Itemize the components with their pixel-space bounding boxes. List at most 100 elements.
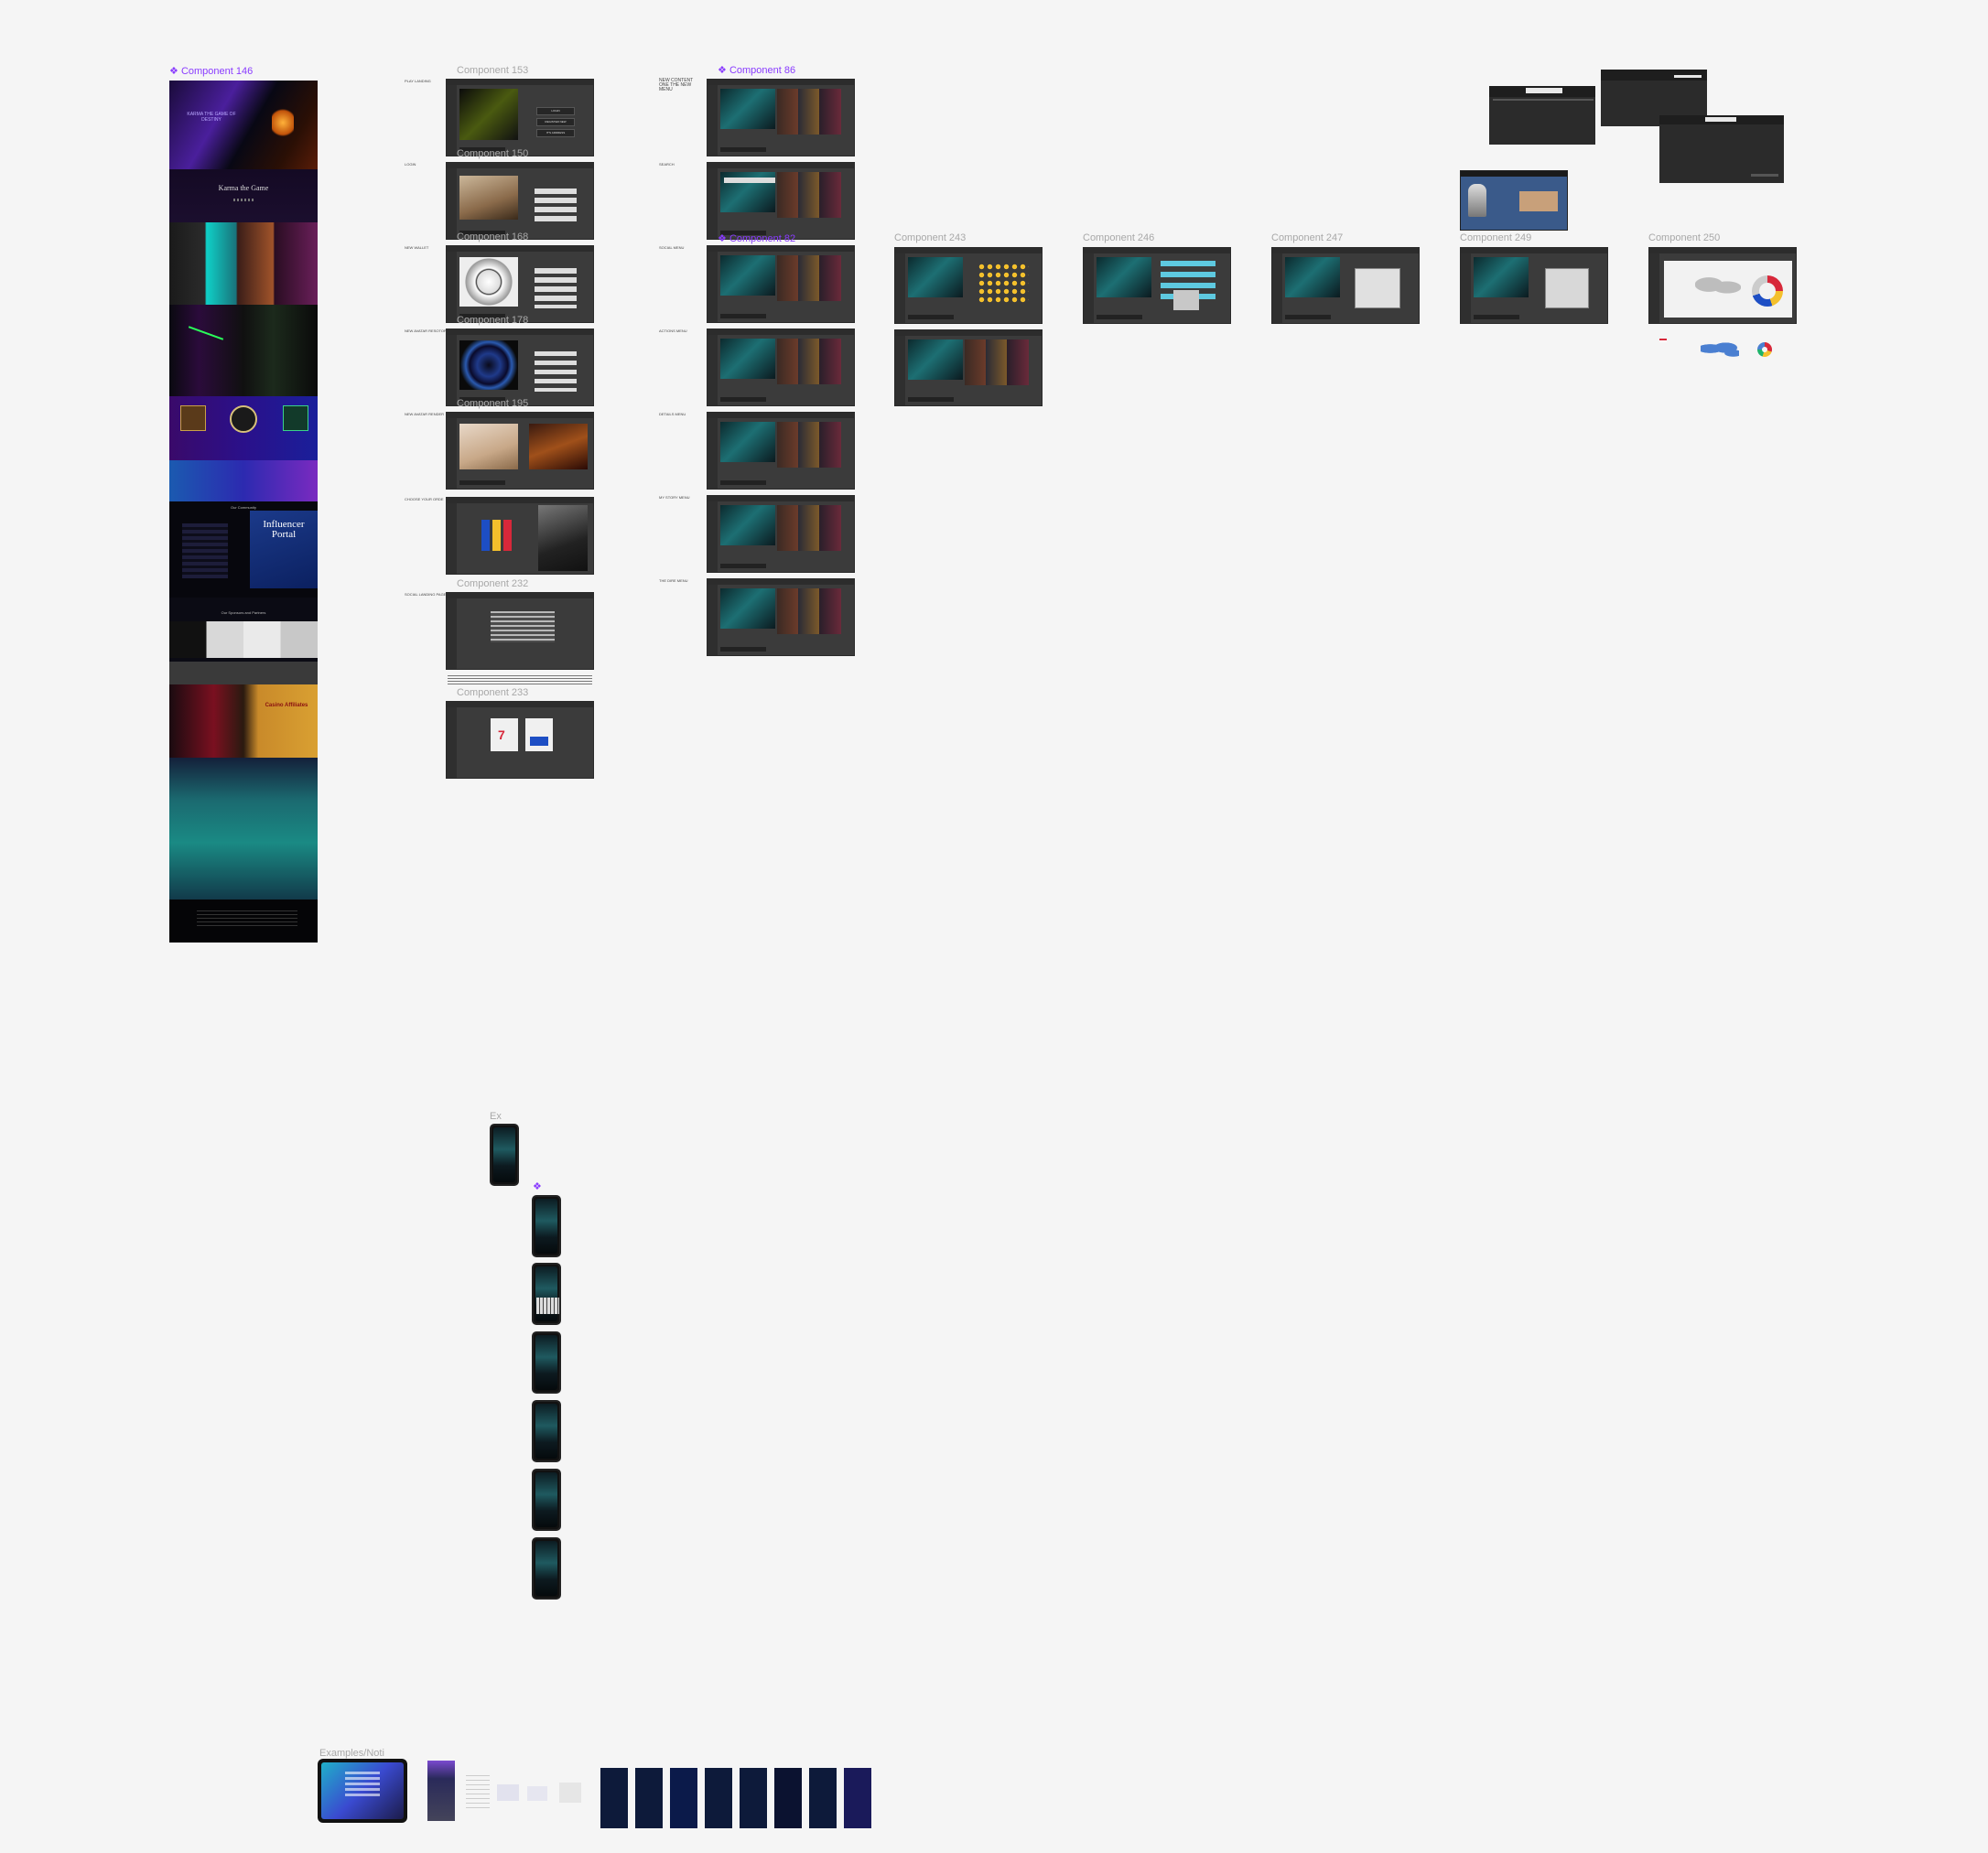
gradient-section <box>169 460 318 501</box>
bottom-bar <box>908 397 954 402</box>
hero-image <box>720 255 775 296</box>
phone-1[interactable] <box>532 1195 561 1257</box>
robot-image <box>538 505 588 571</box>
search-box[interactable] <box>724 178 775 183</box>
footer-links <box>197 910 297 929</box>
settings-frame[interactable] <box>1460 247 1608 324</box>
wireframe-example <box>527 1786 547 1801</box>
phone-6[interactable] <box>532 1537 561 1600</box>
casino-title: Casino Affiliates <box>265 703 308 708</box>
login-frame[interactable] <box>446 162 594 240</box>
address-button[interactable]: IT'S ADDRESS <box>536 129 575 137</box>
hero-image <box>720 422 775 462</box>
game-frame-social[interactable] <box>707 245 855 323</box>
title-bar <box>447 329 593 335</box>
phone-screen <box>535 1404 557 1459</box>
side-label: NEW AVATAR RENDER <box>405 412 445 416</box>
phone-ex[interactable] <box>490 1124 519 1186</box>
notification-example[interactable] <box>427 1761 455 1821</box>
dark-panel-1[interactable] <box>1489 86 1595 145</box>
sidebar <box>447 252 457 322</box>
side-label: NEW CONTENT ONE THE NEW MENU <box>659 78 694 92</box>
dark-panel-3[interactable] <box>1659 115 1784 183</box>
new-wallet-frame[interactable] <box>446 245 594 323</box>
component-168-label: Component 168 <box>457 232 529 242</box>
stats-frame[interactable] <box>1648 247 1797 324</box>
dialog-frame[interactable] <box>1271 247 1420 324</box>
game-frame-1[interactable] <box>707 79 855 156</box>
bottom-bar <box>1097 315 1142 319</box>
sidebar <box>708 335 718 405</box>
title-bar <box>708 579 854 585</box>
card-grid <box>777 505 841 551</box>
component-249-label: Component 249 <box>1460 232 1532 243</box>
title-bar <box>708 163 854 168</box>
wireframe-example <box>497 1784 519 1801</box>
casino-section: Casino Affiliates <box>169 684 318 758</box>
slots-frame[interactable]: 7 <box>446 701 594 779</box>
avatar-resotor-frame[interactable] <box>446 329 594 406</box>
sidebar <box>708 168 718 239</box>
world-map-icon <box>1695 274 1741 301</box>
examples-label: Examples/Noti <box>319 1748 384 1759</box>
phone-5[interactable] <box>532 1469 561 1531</box>
side-label: SOCIAL LANDING PAGE <box>405 592 447 597</box>
brand-section: Karma the Game <box>169 169 318 222</box>
sidebar <box>447 598 457 669</box>
emoji-frame[interactable] <box>894 247 1043 324</box>
component-icon: ❖ <box>718 65 727 76</box>
component-146-label: ❖ Component 146 <box>169 66 254 77</box>
bottom-bar <box>720 397 766 402</box>
wireframe-example <box>466 1775 490 1812</box>
avatar-render-frame[interactable] <box>446 412 594 490</box>
title-bar <box>708 246 854 252</box>
game-frame-search[interactable] <box>707 162 855 240</box>
phone-4[interactable] <box>532 1400 561 1462</box>
side-label: ACTIONS MENU <box>659 329 687 333</box>
play-landing-frame[interactable]: LOGIN REGISTER NEW IT'S ADDRESS <box>446 79 594 156</box>
card-grid <box>965 339 1029 385</box>
phone-screen <box>535 1472 557 1527</box>
side-label: SOCIAL MENU <box>659 245 685 250</box>
card-grid <box>777 255 841 301</box>
phone-2[interactable] <box>532 1263 561 1325</box>
nft-cards-section <box>169 396 318 460</box>
login-form <box>535 189 577 225</box>
component-153-label: Component 153 <box>457 65 529 76</box>
phone-3[interactable] <box>532 1331 561 1394</box>
title-bar <box>1084 248 1230 253</box>
blue-screen-panel[interactable] <box>1460 170 1568 231</box>
bottom-bar <box>720 480 766 485</box>
title-bar <box>708 413 854 418</box>
meditation-image <box>459 424 518 469</box>
game-frame-actions[interactable] <box>707 329 855 406</box>
tablet-example[interactable] <box>318 1759 407 1823</box>
title-bar <box>447 413 593 418</box>
bottom-bar <box>720 564 766 568</box>
game-frame-243b[interactable] <box>894 329 1043 406</box>
game-frame-dire[interactable] <box>707 578 855 656</box>
coin-icon <box>230 405 257 433</box>
flag-icon <box>1659 339 1667 342</box>
title-bar <box>708 329 854 335</box>
sidebar <box>447 418 457 489</box>
keyboard <box>536 1298 559 1314</box>
social-landing-frame[interactable] <box>446 592 594 670</box>
hero-image <box>459 89 518 140</box>
sponsors-title: Our Sponsors and Partners <box>221 610 266 615</box>
donut-chart-icon <box>1752 275 1783 307</box>
phone-screens-strip[interactable] <box>600 1768 873 1828</box>
sidebar <box>447 85 457 156</box>
login-button[interactable]: LOGIN <box>536 107 575 115</box>
order-bar-blue <box>481 520 490 551</box>
game-frame-details[interactable] <box>707 412 855 490</box>
choose-order-frame[interactable] <box>446 497 594 575</box>
register-button[interactable]: REGISTER NEW <box>536 118 575 126</box>
title-bar <box>708 80 854 85</box>
landing-page-frame[interactable]: KARMA THE GAME OF DESTINY Karma the Game… <box>169 81 318 943</box>
brand-dots <box>233 199 254 201</box>
chat-frame[interactable] <box>1083 247 1231 324</box>
game-frame-story[interactable] <box>707 495 855 573</box>
nft-card <box>283 405 308 431</box>
title-bar <box>1461 248 1607 253</box>
